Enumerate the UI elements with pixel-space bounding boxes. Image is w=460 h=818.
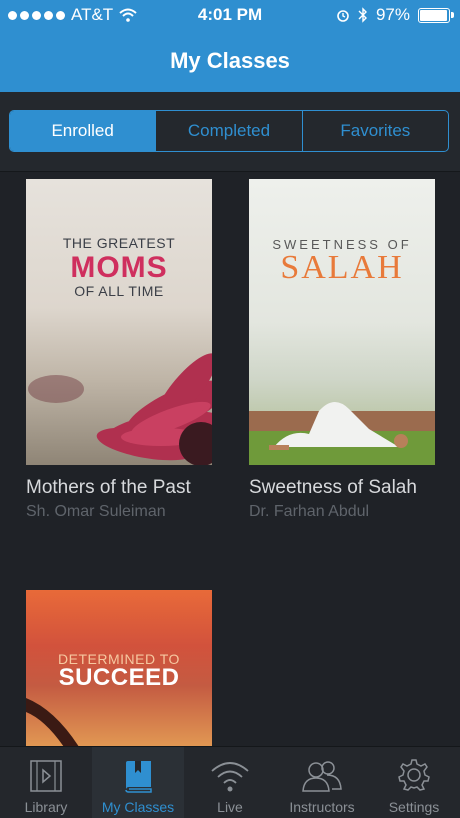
class-title[interactable]: Mothers of the Past xyxy=(26,475,212,500)
tab-label: Live xyxy=(217,799,243,815)
tab-label: Settings xyxy=(388,799,440,815)
class-card[interactable]: DETERMINED TO SUCCEED xyxy=(26,590,212,746)
class-cover[interactable]: THE GREATEST MOMS OF ALL TIME xyxy=(26,179,212,465)
status-right: 97% xyxy=(336,5,454,25)
segment-favorites[interactable]: Favorites xyxy=(301,111,448,151)
tab-label: Instructors xyxy=(289,799,355,815)
tab-settings[interactable]: Settings xyxy=(368,747,460,818)
class-author: Dr. Farhan Abdul xyxy=(249,503,370,520)
tab-instructors[interactable]: Instructors xyxy=(276,747,368,818)
class-author: Sh. Omar Suleiman xyxy=(26,503,166,520)
page-title: My Classes xyxy=(170,48,290,73)
cover-line: SUCCEED xyxy=(58,664,180,691)
navigation-bar: My Classes xyxy=(0,30,460,92)
segmented-control: Enrolled Completed Favorites xyxy=(9,110,449,152)
class-cover[interactable]: DETERMINED TO SUCCEED xyxy=(26,590,212,746)
gear-icon xyxy=(398,759,430,791)
class-card[interactable]: THE GREATEST MOMS OF ALL TIME Mothers of… xyxy=(26,179,212,521)
people-icon xyxy=(302,761,342,792)
class-grid: THE GREATEST MOMS OF ALL TIME Mothers of… xyxy=(0,172,460,746)
flower-image xyxy=(28,353,212,465)
class-cover[interactable]: SWEETNESS OF SALAH xyxy=(249,179,435,465)
alarm-icon xyxy=(337,10,349,22)
segment-completed[interactable]: Completed xyxy=(155,111,301,151)
tab-label: Library xyxy=(24,799,68,815)
cover-line: MOMS xyxy=(70,251,168,284)
film-icon xyxy=(30,760,62,792)
class-title[interactable]: Sweetness of Salah xyxy=(249,475,435,500)
cover-line: SALAH xyxy=(280,249,404,286)
bluetooth-icon xyxy=(358,7,367,23)
tab-bar: Library My Classes Live Instructors Sett… xyxy=(0,746,460,818)
battery-icon xyxy=(418,7,454,23)
cover-line: OF ALL TIME xyxy=(74,283,164,299)
wifi-icon xyxy=(211,762,249,792)
battery-label: 97% xyxy=(375,5,410,24)
tab-label: My Classes xyxy=(101,799,175,815)
tab-my-classes[interactable]: My Classes xyxy=(92,747,184,818)
tab-live[interactable]: Live xyxy=(184,747,276,818)
segment-bar: Enrolled Completed Favorites xyxy=(0,92,460,172)
prayer-image xyxy=(249,401,435,465)
cover-line: THE GREATEST xyxy=(62,235,176,251)
book-icon xyxy=(125,761,152,793)
segment-enrolled[interactable]: Enrolled xyxy=(10,111,156,151)
class-card[interactable]: SWEETNESS OF SALAH Sweetness of Salah Dr… xyxy=(249,179,435,521)
tab-library[interactable]: Library xyxy=(0,747,92,818)
status-bar: AT&T 4:01 PM 97% xyxy=(0,0,460,30)
